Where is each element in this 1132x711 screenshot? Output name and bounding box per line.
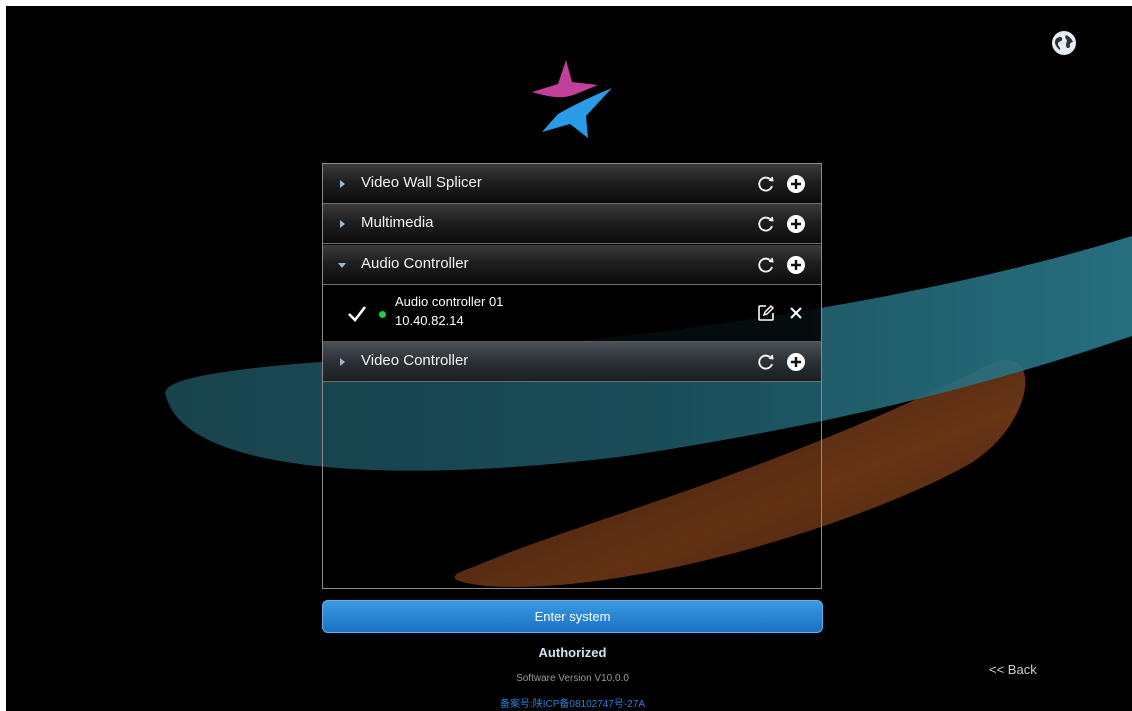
group-title: Video Wall Splicer xyxy=(361,174,482,191)
back-link[interactable]: << Back xyxy=(989,662,1037,677)
group-multimedia[interactable]: Multimedia xyxy=(323,204,821,244)
device-row-audio-controller-01[interactable]: Audio controller 01 10.40.82.14 xyxy=(323,285,821,342)
group-video-controller[interactable]: Video Controller xyxy=(323,342,821,382)
authorization-status: Authorized xyxy=(538,645,607,660)
software-version: Software Version V10.0.0 xyxy=(516,673,629,684)
refresh-icon[interactable] xyxy=(756,214,776,234)
caret-right-icon xyxy=(340,220,345,228)
caret-down-icon xyxy=(338,263,346,268)
plus-circle-icon[interactable] xyxy=(786,255,806,275)
plus-circle-icon[interactable] xyxy=(786,352,806,372)
close-icon[interactable] xyxy=(788,305,804,321)
refresh-icon[interactable] xyxy=(756,174,776,194)
icp-record-link[interactable]: 备案号:陕ICP备08102747号-27A xyxy=(322,695,823,710)
enter-system-button[interactable]: Enter system xyxy=(322,600,823,633)
device-ip: 10.40.82.14 xyxy=(395,313,464,328)
refresh-icon[interactable] xyxy=(756,352,776,372)
device-name: Audio controller 01 xyxy=(395,294,504,309)
plus-circle-icon[interactable] xyxy=(786,214,806,234)
brand-star-logo xyxy=(532,60,612,138)
device-list-panel: Video Wall Splicer Multimedia Audio Cont… xyxy=(322,163,822,589)
caret-right-icon xyxy=(340,358,345,366)
caret-right-icon xyxy=(340,180,345,188)
group-audio-controller[interactable]: Audio Controller xyxy=(323,245,821,285)
language-globe-button[interactable] xyxy=(1051,30,1077,56)
group-title: Audio Controller xyxy=(361,255,469,272)
refresh-icon[interactable] xyxy=(756,255,776,275)
edit-icon[interactable] xyxy=(757,304,775,322)
group-video-wall-splicer[interactable]: Video Wall Splicer xyxy=(323,164,821,204)
group-title: Video Controller xyxy=(361,352,469,369)
plus-circle-icon[interactable] xyxy=(786,174,806,194)
group-title: Multimedia xyxy=(361,214,434,231)
online-status-dot xyxy=(379,311,386,318)
login-screen: Video Wall Splicer Multimedia Audio Cont… xyxy=(6,6,1132,711)
checkmark-icon[interactable] xyxy=(347,305,367,323)
